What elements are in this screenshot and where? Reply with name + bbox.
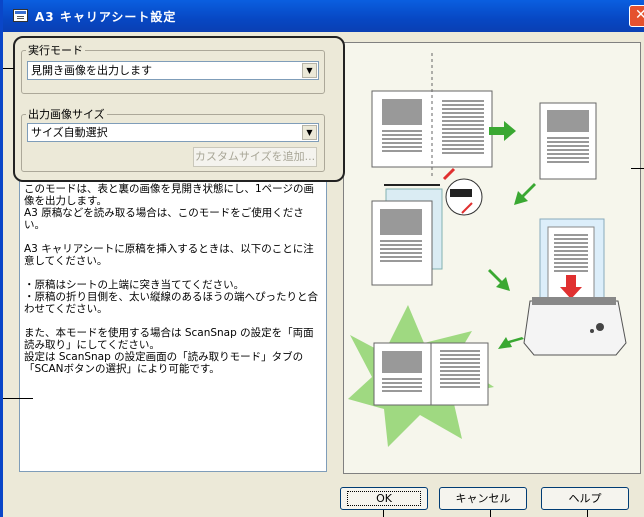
arrow-down-right-icon — [488, 269, 510, 291]
callout-line — [587, 510, 588, 517]
help-button[interactable]: ヘルプ — [541, 487, 629, 510]
illustration-panel — [343, 42, 641, 474]
folded-page — [539, 102, 597, 180]
description-paragraph: また、本モードを使用する場合は ScanSnap の設定を「両面読み取り」にして… — [24, 327, 314, 375]
scanner — [523, 218, 627, 356]
close-button[interactable]: ✕ — [629, 5, 644, 27]
arrow-right-icon — [489, 121, 516, 141]
callout-line — [490, 510, 491, 517]
callout-line — [631, 168, 644, 169]
description-paragraph: このモードは、表と裏の画像を見開き状態にし、1ページの画像を出力します。 A3 … — [24, 183, 314, 231]
output-spread — [348, 305, 494, 447]
description-paragraph: A3 キャリアシートに原稿を挿入するときは、以下のことに注意してください。 — [24, 243, 314, 267]
arrow-up-left-icon — [498, 337, 524, 349]
callout-line — [3, 68, 14, 69]
callout-line — [383, 510, 384, 517]
carrier-sheet — [371, 167, 483, 286]
ok-button[interactable]: OK — [340, 487, 428, 510]
arrow-down-left-icon — [514, 183, 536, 205]
window-title: A3 キャリアシート設定 — [35, 10, 177, 24]
app-icon — [13, 9, 28, 22]
callout-line — [3, 398, 33, 399]
open-spread-document — [371, 53, 493, 178]
title-bar[interactable]: A3 キャリアシート設定 ✕ — [3, 0, 644, 32]
description-paragraph: ・原稿はシートの上端に突き当ててください。 ・原稿の折り目側を、太い縦線のあるほ… — [24, 279, 318, 315]
cancel-button[interactable]: キャンセル — [439, 487, 527, 510]
callout-frame — [13, 36, 345, 182]
scan-process-illustration — [348, 53, 627, 447]
description-box[interactable]: このモードは、表と裏の画像を見開き状態にし、1ページの画像を出力します。 A3 … — [19, 180, 327, 472]
ok-button-label: OK — [347, 491, 421, 506]
dialog-window: A3 キャリアシート設定 ✕ 実行モード 見開き画像を出力します ▼ 出力画像サ… — [0, 0, 644, 517]
